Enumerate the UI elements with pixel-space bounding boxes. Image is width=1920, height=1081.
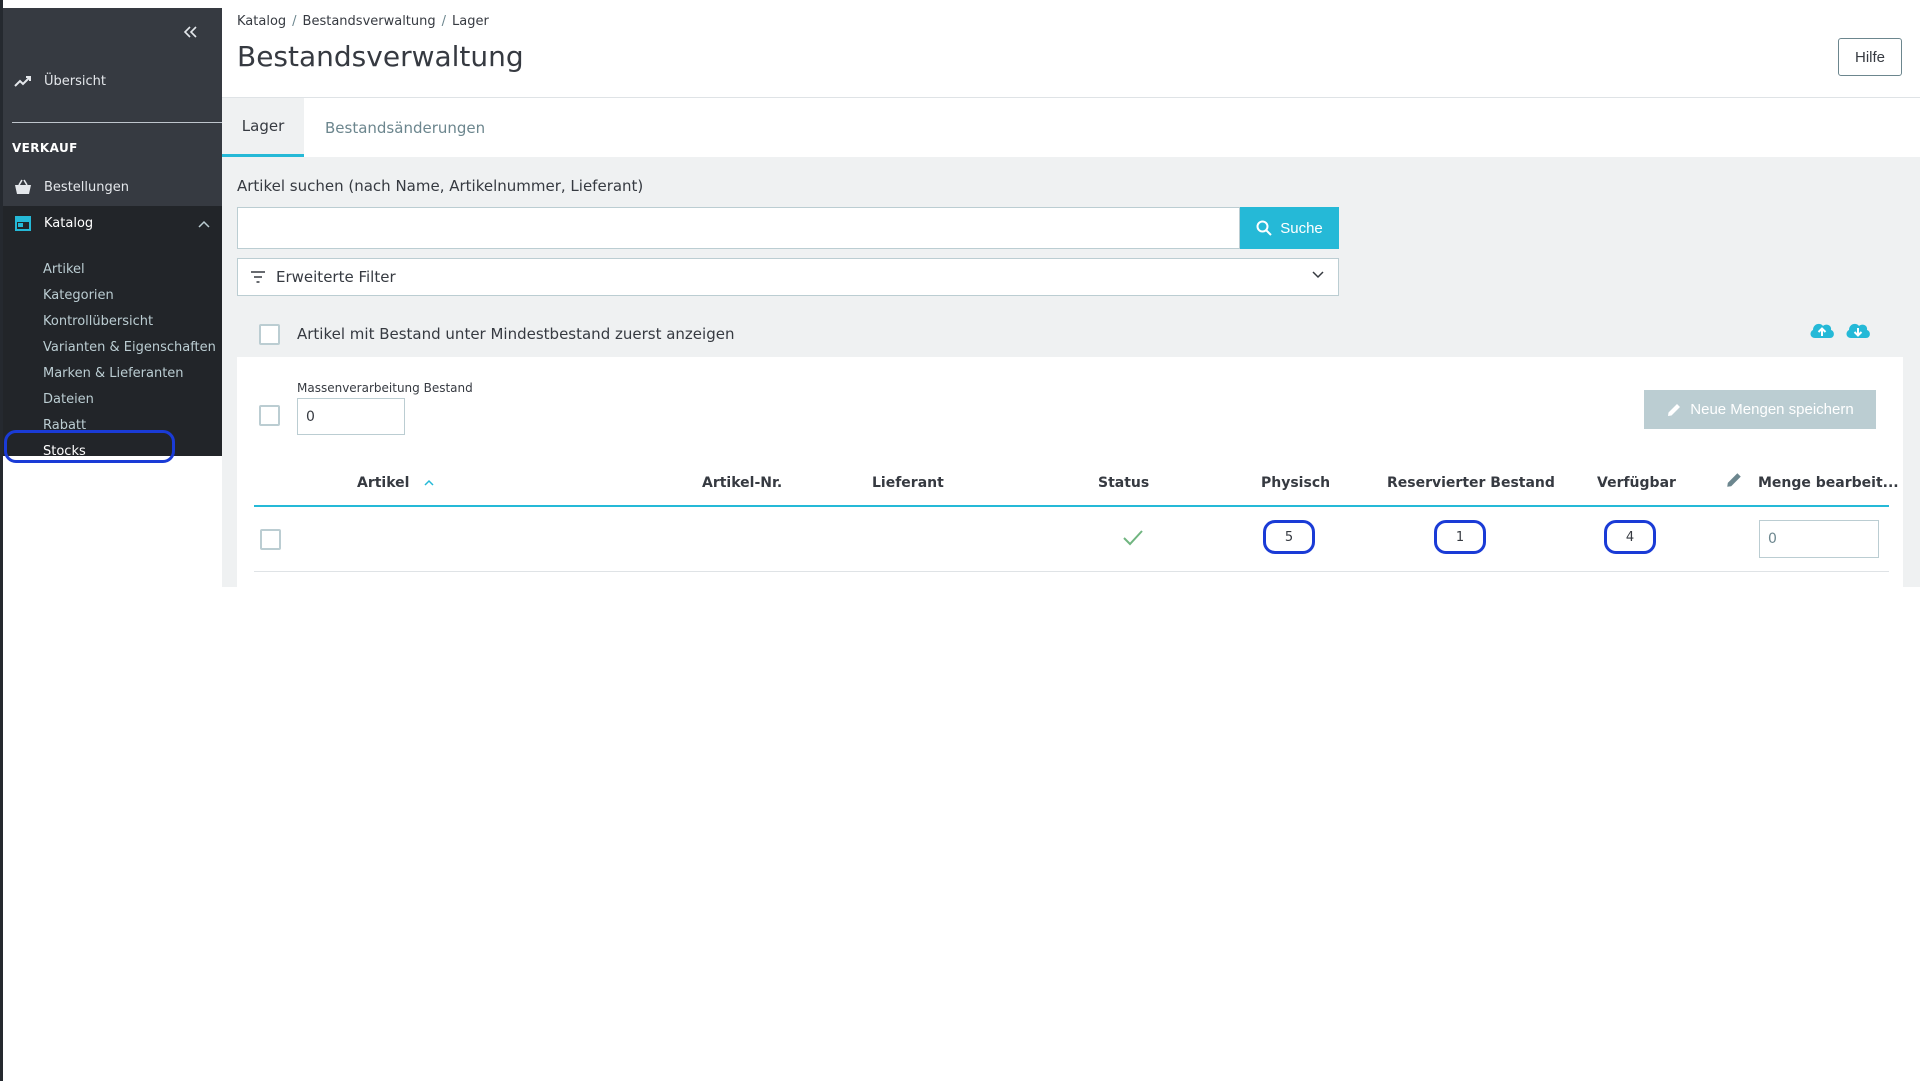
physical-quantity: 5 (1263, 520, 1315, 554)
submenu-item-marken[interactable]: Marken & Lieferanten (43, 366, 184, 381)
column-header-available[interactable]: Verfügbar (1597, 475, 1676, 491)
breadcrumb: Katalog / Bestandsverwaltung / Lager (237, 14, 489, 29)
submenu-item-stocks[interactable]: Stocks (43, 444, 86, 459)
tab-bestandsaenderungen[interactable]: Bestandsänderungen (325, 98, 485, 157)
submenu-item-artikel[interactable]: Artikel (43, 262, 85, 277)
sidebar-item-catalog[interactable]: Katalog (3, 206, 222, 240)
advanced-filters-toggle[interactable]: Erweiterte Filter (237, 258, 1339, 296)
submenu-item-rabatt[interactable]: Rabatt (43, 418, 86, 433)
trending-up-icon (12, 70, 34, 92)
chevron-down-icon (1312, 271, 1324, 279)
breadcrumb-separator: / (292, 14, 297, 29)
bulk-select-checkbox[interactable] (259, 405, 280, 426)
bulk-edit-label: Massenverarbeitung Bestand (297, 381, 473, 395)
reserved-quantity: 1 (1434, 520, 1486, 554)
save-quantities-label: Neue Mengen speichern (1690, 401, 1854, 418)
collapse-sidebar-button[interactable] (180, 22, 200, 42)
search-label: Artikel suchen (nach Name, Artikelnummer… (237, 177, 644, 195)
column-header-article-no[interactable]: Artikel-Nr. (702, 475, 782, 491)
sidebar-item-overview[interactable]: Übersicht (3, 70, 222, 92)
page-header: Katalog / Bestandsverwaltung / Lager Bes… (222, 0, 1920, 98)
bulk-quantity-input[interactable] (297, 398, 405, 435)
column-header-edit-quantity[interactable]: Menge bearbeit... (1758, 475, 1899, 491)
search-input[interactable] (237, 207, 1240, 249)
breadcrumb-item[interactable]: Lager (452, 14, 489, 29)
cloud-download-icon[interactable] (1844, 320, 1872, 342)
submenu-item-kategorien[interactable]: Kategorien (43, 288, 114, 303)
help-button[interactable]: Hilfe (1838, 38, 1902, 76)
sidebar-item-label: Übersicht (44, 73, 106, 89)
low-stock-first-checkbox[interactable] (259, 324, 280, 345)
low-stock-first-label: Artikel mit Bestand unter Mindestbestand… (297, 325, 735, 343)
edit-quantity-input[interactable] (1759, 520, 1879, 558)
page-title: Bestandsverwaltung (237, 40, 524, 73)
sidebar-section-title: VERKAUF (12, 141, 78, 155)
column-header-article[interactable]: Artikel (357, 475, 434, 491)
search-button[interactable]: Suche (1240, 207, 1339, 249)
search-button-label: Suche (1280, 219, 1323, 237)
table-row-divider (254, 571, 1889, 572)
chevron-up-icon (198, 217, 210, 232)
column-header-label: Artikel (357, 475, 410, 491)
search-icon (1256, 220, 1272, 236)
breadcrumb-item[interactable]: Katalog (237, 14, 286, 29)
check-icon (1123, 530, 1143, 546)
submenu-item-dateien[interactable]: Dateien (43, 392, 94, 407)
advanced-filters-label: Erweiterte Filter (276, 268, 396, 286)
sidebar-item-label: Katalog (44, 215, 94, 231)
submenu-item-kontrolluebersicht[interactable]: Kontrollübersicht (43, 314, 153, 329)
store-icon (12, 212, 34, 234)
sidebar: Übersicht VERKAUF Bestellungen Katalog A… (3, 8, 222, 459)
catalog-submenu: Artikel Kategorien Kontrollübersicht Var… (3, 240, 222, 459)
basket-icon (12, 176, 34, 198)
stock-table-card: Massenverarbeitung Bestand Neue Mengen s… (237, 357, 1903, 587)
cloud-upload-icon[interactable] (1808, 320, 1836, 342)
column-header-status[interactable]: Status (1098, 475, 1149, 491)
column-header-supplier[interactable]: Lieferant (872, 475, 944, 491)
breadcrumb-item[interactable]: Bestandsverwaltung (303, 14, 436, 29)
sidebar-item-orders[interactable]: Bestellungen (3, 176, 222, 198)
sidebar-item-label: Bestellungen (44, 179, 129, 195)
column-header-reserved[interactable]: Reservierter Bestand (1387, 475, 1555, 491)
row-select-checkbox[interactable] (260, 529, 281, 550)
main-content: Artikel suchen (nach Name, Artikelnummer… (222, 157, 1920, 587)
breadcrumb-separator: / (441, 14, 447, 29)
sort-ascending-icon (424, 479, 434, 486)
tab-bar: Lager Bestandsänderungen (222, 98, 1920, 157)
tab-lager[interactable]: Lager (222, 98, 304, 157)
submenu-item-varianten[interactable]: Varianten & Eigenschaften (43, 340, 216, 355)
sidebar-divider (12, 122, 222, 123)
double-chevron-left-icon (183, 26, 197, 38)
save-quantities-button[interactable]: Neue Mengen speichern (1644, 390, 1876, 429)
table-header-divider (254, 505, 1889, 507)
pencil-icon (1725, 471, 1743, 493)
available-quantity: 4 (1604, 520, 1656, 554)
column-header-physical[interactable]: Physisch (1261, 475, 1330, 491)
pencil-icon (1668, 403, 1681, 416)
filter-icon (250, 271, 266, 283)
